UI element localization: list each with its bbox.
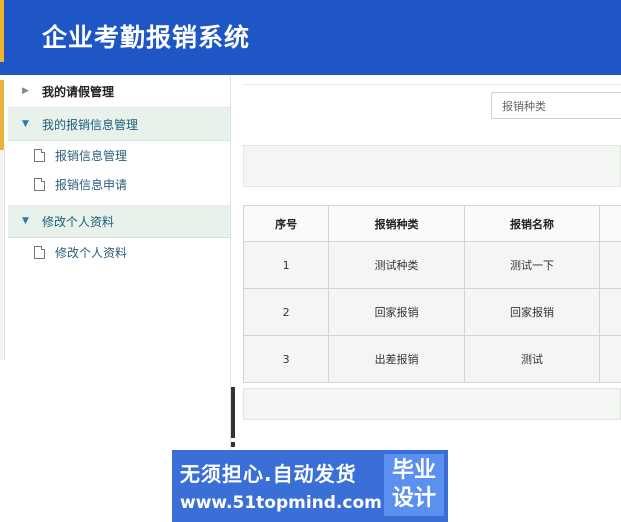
triangle-right-icon: ▶ xyxy=(22,86,29,96)
window-edge-strip xyxy=(0,150,5,360)
splitter-handle xyxy=(231,438,235,442)
table-cell xyxy=(599,241,621,289)
table-cell: 1 xyxy=(242,241,330,289)
watermark-badge-line: 设计 xyxy=(391,486,436,511)
table-cell: 测试 xyxy=(463,335,601,383)
watermark-slogan: 无须担心.自动发货 xyxy=(180,462,357,486)
watermark-badge: 毕业 设计 xyxy=(384,454,444,516)
toolbar-divider xyxy=(243,84,621,85)
pagination-bar xyxy=(243,388,621,420)
table-cell: 测试一下 xyxy=(463,241,601,289)
table-row[interactable]: 2 回家报销 回家报销 xyxy=(242,288,621,336)
table-cell: 测试种类 xyxy=(328,241,465,289)
watermark-banner: 无须担心.自动发货 www.51topmind.com 毕业 设计 xyxy=(172,450,448,522)
sidebar-group-label: 我的请假管理 xyxy=(42,84,115,99)
window-edge-strip xyxy=(0,80,4,150)
reimbursement-table: 序号 报销种类 报销名称 1 测试种类 测试一下 2 回家报销 回家报销 3 出… xyxy=(242,205,621,383)
sidebar-item-edit-profile[interactable]: 修改个人资料 xyxy=(8,238,230,267)
sidebar-group-leave[interactable]: ▶ 我的请假管理 xyxy=(8,75,230,108)
sidebar-item-label: 报销信息管理 xyxy=(55,149,128,163)
table-cell: 回家报销 xyxy=(463,288,601,336)
sidebar-group-label: 我的报销信息管理 xyxy=(42,117,139,132)
column-header-extra xyxy=(599,205,621,242)
document-icon xyxy=(34,246,45,259)
sidebar-item-reimbursement-apply[interactable]: 报销信息申请 xyxy=(8,170,230,199)
reimbursement-type-select[interactable]: 报销种类 xyxy=(491,92,621,119)
sidebar-item-label: 修改个人资料 xyxy=(55,246,128,260)
triangle-down-icon: ▼ xyxy=(22,119,29,129)
table-cell: 回家报销 xyxy=(328,288,465,336)
document-icon xyxy=(34,178,45,191)
sidebar-group-label: 修改个人资料 xyxy=(42,214,115,229)
sidebar-item-label: 报销信息申请 xyxy=(55,178,128,192)
column-header-index: 序号 xyxy=(242,205,330,242)
app-title: 企业考勤报销系统 xyxy=(42,23,251,52)
table-cell: 3 xyxy=(242,335,330,383)
table-cell: 出差报销 xyxy=(328,335,465,383)
table-cell: 2 xyxy=(242,288,330,336)
table-row[interactable]: 1 测试种类 测试一下 xyxy=(242,241,621,289)
sidebar-group-profile[interactable]: ▼ 修改个人资料 xyxy=(8,205,230,238)
watermark-url: www.51topmind.com xyxy=(180,493,382,513)
triangle-down-icon: ▼ xyxy=(22,216,29,226)
sidebar-group-reimbursement[interactable]: ▼ 我的报销信息管理 xyxy=(8,108,230,141)
column-header-type: 报销种类 xyxy=(328,205,465,242)
table-header-row: 序号 报销种类 报销名称 xyxy=(242,205,621,242)
table-cell xyxy=(599,335,621,383)
sidebar-item-reimbursement-manage[interactable]: 报销信息管理 xyxy=(8,141,230,170)
watermark-badge-line: 毕业 xyxy=(391,458,436,483)
table-cell xyxy=(599,288,621,336)
search-form-panel xyxy=(243,145,621,187)
app-header: 企业考勤报销系统 xyxy=(0,0,621,75)
window-edge-strip xyxy=(0,0,4,62)
column-header-name: 报销名称 xyxy=(463,205,601,242)
table-row[interactable]: 3 出差报销 测试 xyxy=(242,335,621,383)
document-icon xyxy=(34,149,45,162)
